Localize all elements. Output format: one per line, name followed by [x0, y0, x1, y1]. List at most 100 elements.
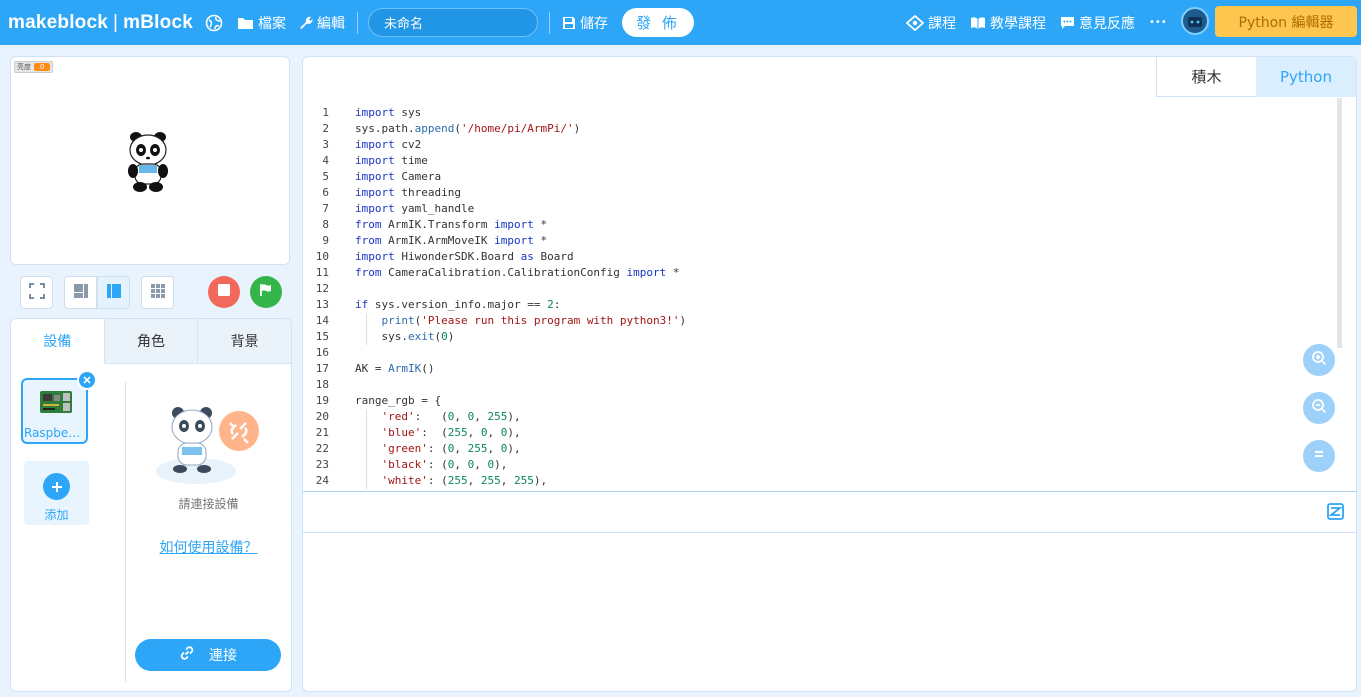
- code-text: print('Please run this program with pyth…: [355, 313, 687, 329]
- variable-value: 0: [34, 63, 51, 71]
- zoom-out-icon: [1311, 398, 1327, 418]
- tutorials-link[interactable]: 教學課程: [970, 13, 1046, 33]
- code-line[interactable]: 22 'green': (0, 255, 0),: [303, 441, 1333, 457]
- panel-tabs: 設備 角色 背景: [11, 319, 291, 364]
- code-token: *: [666, 266, 680, 279]
- large-stage-button[interactable]: [97, 276, 130, 309]
- edit-menu[interactable]: 編輯: [298, 13, 345, 33]
- publish-button[interactable]: 發 佈: [622, 8, 695, 37]
- code-line[interactable]: 1 import sys: [303, 105, 1333, 121]
- connect-button[interactable]: 連接: [135, 639, 281, 671]
- code-token: from: [355, 218, 382, 231]
- globe-icon[interactable]: [205, 14, 223, 32]
- code-line[interactable]: 10 import HiwonderSDK.Board as Board: [303, 249, 1333, 265]
- grid-view-button[interactable]: [141, 276, 174, 309]
- code-line[interactable]: 17 AK = ArmIK(): [303, 361, 1333, 377]
- code-token: ArmIK.ArmMoveIK: [381, 234, 495, 247]
- console-toggle-icon[interactable]: [1327, 503, 1344, 524]
- fullscreen-button[interactable]: [20, 276, 53, 309]
- code-panel: 積木 Python 1 import sys 2 sys.path.append('/…: [302, 56, 1357, 692]
- line-number: 7: [322, 202, 329, 215]
- code-line[interactable]: 4 import time: [303, 153, 1333, 169]
- courses-link[interactable]: 課程: [906, 13, 956, 33]
- remove-device-button[interactable]: [77, 370, 97, 390]
- code-token: sys.: [355, 330, 408, 343]
- zoom-reset-button[interactable]: [1303, 440, 1335, 472]
- flag-icon: [259, 283, 273, 301]
- code-line[interactable]: 8 from ArmIK.Transform import *: [303, 217, 1333, 233]
- line-number: 12: [315, 282, 329, 295]
- line-number: 5: [322, 170, 329, 183]
- line-number: 15: [315, 330, 329, 343]
- close-icon: [83, 373, 91, 388]
- file-menu[interactable]: 檔案: [237, 13, 286, 33]
- code-line[interactable]: 11 from CameraCalibration.CalibrationConf…: [303, 265, 1333, 281]
- device-card-raspberry-pi[interactable]: Raspberr...: [21, 378, 88, 444]
- code-text: 'green': (0, 255, 0),: [355, 441, 521, 457]
- code-editor[interactable]: 1 import sys 2 sys.path.append('/home/pi/Ar…: [303, 98, 1333, 492]
- code-line[interactable]: 15 sys.exit(0): [303, 329, 1333, 345]
- code-line[interactable]: 20 'red': (0, 0, 255),: [303, 409, 1333, 425]
- code-token: *: [533, 234, 548, 247]
- code-token: HiwonderSDK.Board: [394, 250, 521, 263]
- app-logo[interactable]: makeblock | mBlock: [8, 12, 193, 34]
- code-line[interactable]: 21 'blue': (255, 0, 0),: [303, 425, 1333, 441]
- python-editor-button[interactable]: Python 編輯器: [1215, 6, 1357, 37]
- divider: [357, 11, 359, 34]
- user-avatar[interactable]: [1181, 7, 1209, 35]
- green-flag-button[interactable]: [250, 276, 282, 308]
- code-line[interactable]: 5 import Camera: [303, 169, 1333, 185]
- feedback-link[interactable]: 意見反應: [1060, 13, 1135, 33]
- code-line[interactable]: 24 'white': (255, 255, 255),: [303, 473, 1333, 489]
- project-name-input[interactable]: 未命名: [368, 8, 539, 37]
- code-text: import sys: [355, 105, 421, 121]
- tutorials-label: 教學課程: [990, 15, 1047, 32]
- more-menu[interactable]: •••: [1149, 17, 1167, 28]
- line-number: 22: [315, 442, 329, 455]
- grid-icon: [150, 283, 166, 303]
- console-bar[interactable]: [303, 491, 1356, 533]
- code-text: sys.exit(0): [355, 329, 454, 345]
- code-line[interactable]: 6 import threading: [303, 185, 1333, 201]
- stop-button[interactable]: [208, 276, 240, 308]
- code-line[interactable]: 2 sys.path.append('/home/pi/ArmPi/'): [303, 121, 1333, 137]
- code-token: Camera: [394, 170, 442, 183]
- how-to-use-device-link[interactable]: 如何使用設備？: [126, 537, 291, 557]
- line-number: 9: [322, 234, 329, 247]
- add-device-button[interactable]: 添加: [24, 461, 89, 525]
- tab-blocks-mode[interactable]: 積木: [1156, 57, 1256, 97]
- code-line[interactable]: 19 range_rgb = {: [303, 393, 1333, 409]
- stage-canvas[interactable]: 亮度 0: [10, 56, 290, 265]
- code-text: import time: [355, 153, 428, 169]
- code-token: ),: [507, 410, 521, 423]
- code-line[interactable]: 14 print('Please run this program with p…: [303, 313, 1333, 329]
- small-stage-button[interactable]: [64, 276, 97, 309]
- code-token: Board: [533, 250, 574, 263]
- code-line[interactable]: 16: [303, 345, 1333, 361]
- code-token: 0: [441, 330, 448, 343]
- tab-python-mode[interactable]: Python: [1256, 57, 1356, 97]
- code-token: :: [553, 298, 561, 311]
- editor-scrollbar[interactable]: [1337, 98, 1342, 348]
- tab-sprites[interactable]: 角色: [105, 319, 199, 363]
- panda-sprite[interactable]: [125, 131, 171, 193]
- zoom-out-button[interactable]: [1303, 392, 1335, 424]
- code-line[interactable]: 12: [303, 281, 1333, 297]
- code-line[interactable]: 3 import cv2: [303, 137, 1333, 153]
- zoom-in-button[interactable]: [1303, 344, 1335, 376]
- code-line[interactable]: 23 'black': (0, 0, 0),: [303, 457, 1333, 473]
- code-token: import: [494, 218, 534, 231]
- code-line[interactable]: 7 import yaml_handle: [303, 201, 1333, 217]
- save-button[interactable]: 儲存: [562, 13, 608, 33]
- line-number: 1: [322, 106, 329, 119]
- code-text: from ArmIK.ArmMoveIK import *: [355, 233, 547, 249]
- code-line[interactable]: 13 if sys.version_info.major == 2:: [303, 297, 1333, 313]
- line-number: 3: [322, 138, 329, 151]
- tab-backdrops[interactable]: 背景: [198, 319, 291, 363]
- line-number: 8: [322, 218, 329, 231]
- code-token: : (: [427, 474, 448, 487]
- code-line[interactable]: 9 from ArmIK.ArmMoveIK import *: [303, 233, 1333, 249]
- code-token: range_rgb = {: [355, 394, 442, 407]
- tab-devices[interactable]: 設備: [11, 319, 105, 364]
- code-line[interactable]: 18: [303, 377, 1333, 393]
